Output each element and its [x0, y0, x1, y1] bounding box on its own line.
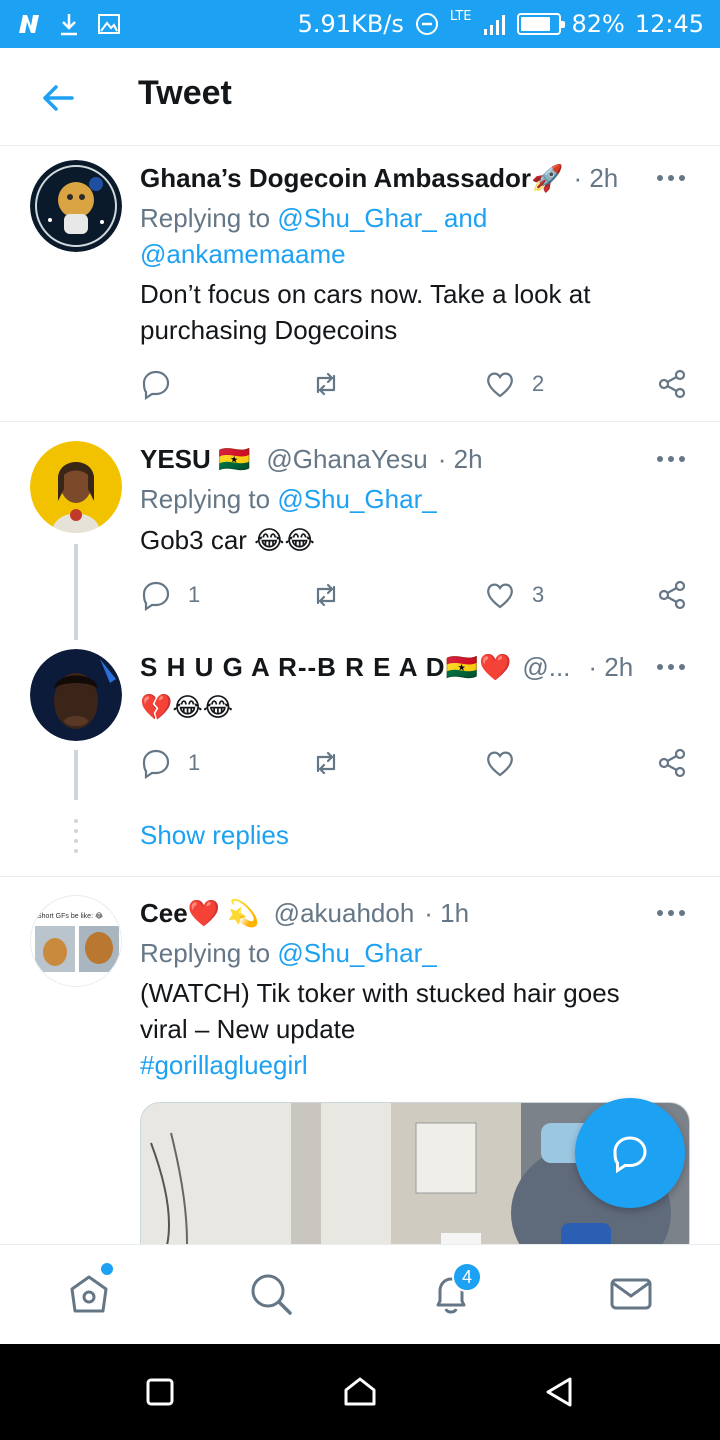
avatar-caption: Short GFs be like: 😂 — [37, 913, 104, 920]
avatar-image — [30, 649, 122, 741]
network-speed: 5.91KB/s — [297, 10, 404, 38]
share-button[interactable] — [656, 747, 688, 779]
retweet-icon — [316, 751, 336, 775]
display-name[interactable]: Ghana’s Dogecoin Ambassador🚀 — [140, 163, 563, 194]
share-button[interactable] — [656, 579, 688, 611]
network-type: LTE — [449, 8, 472, 24]
avatar-image — [31, 896, 121, 986]
tweet-text: (WATCH) Tik toker with stucked hair goes… — [140, 978, 620, 1080]
display-name[interactable]: Cee❤️ 💫 — [140, 898, 260, 929]
tweet-actions: 2 — [140, 368, 690, 402]
top-app-bar: Tweet — [0, 48, 720, 146]
replying-to: Replying to @Shu_Ghar_ and @ankamemaame — [140, 203, 488, 269]
tweet-actions: 1 — [140, 747, 690, 781]
tweet-text: 💔😂😂 — [140, 692, 234, 722]
reply-icon — [613, 1136, 647, 1173]
like-button[interactable]: 2 — [484, 368, 544, 400]
share-icon — [658, 748, 686, 778]
display-name[interactable]: S H U G A R--B R E A D🇬🇭❤️ — [140, 652, 512, 683]
tweet-time: · 2h — [437, 443, 483, 474]
like-button[interactable] — [484, 747, 532, 779]
status-bar: 5.91KB/s LTE 82% 12:45 — [0, 0, 720, 48]
tweet-header: YESU 🇬🇭 @GhanaYesu · 2h — [140, 441, 700, 477]
avatar[interactable]: Short GFs be like: 😂 — [30, 895, 122, 987]
tweet-header: Cee❤️ 💫 @akuahdoh · 1h — [140, 895, 700, 931]
tweet-text: Don’t focus on cars now. Take a look at p… — [140, 279, 591, 345]
avatar[interactable] — [30, 160, 122, 252]
home-new-indicator — [101, 1263, 113, 1275]
battery-icon — [517, 13, 566, 35]
heart-icon — [487, 751, 513, 777]
heart-icon — [487, 583, 513, 609]
retweet-button[interactable] — [310, 368, 342, 400]
avatar[interactable] — [30, 649, 122, 741]
back-triangle-icon[interactable] — [542, 1374, 578, 1410]
tweet-time: · 2h — [573, 162, 619, 193]
more-replies-dots — [74, 819, 78, 853]
n-app-icon — [19, 15, 39, 33]
recents-square-icon[interactable] — [142, 1374, 178, 1410]
replying-to: Replying to @Shu_Ghar_ — [140, 938, 437, 968]
retweet-button[interactable] — [310, 747, 342, 779]
messages-mail-icon[interactable] — [608, 1271, 654, 1317]
tweet-header: Ghana’s Dogecoin Ambassador🚀 · 2h — [140, 160, 700, 196]
user-handle[interactable]: @akuahdoh — [274, 898, 415, 929]
page-title: Tweet — [138, 74, 232, 112]
home-circle-icon[interactable] — [342, 1374, 378, 1410]
reply-icon — [142, 370, 170, 400]
bottom-navigation — [0, 1244, 720, 1344]
mention-link[interactable]: @ankamemaame — [140, 239, 346, 269]
share-icon — [658, 580, 686, 610]
system-navigation-bar — [0, 1344, 720, 1440]
divider — [0, 876, 720, 877]
mention-link[interactable]: @Shu_Ghar_ — [277, 938, 436, 968]
share-icon — [658, 369, 686, 399]
reply-button[interactable] — [140, 368, 188, 400]
divider — [0, 421, 720, 422]
reply-button[interactable]: 1 — [140, 747, 200, 779]
download-icon — [61, 14, 77, 36]
signal-icon — [484, 15, 506, 35]
reply-button[interactable]: 1 — [140, 579, 200, 611]
image-icon — [98, 14, 120, 34]
retweet-icon — [316, 372, 336, 396]
mention-link[interactable]: @Shu_Ghar_ — [277, 484, 436, 514]
hashtag-link[interactable]: #gorillagluegirl — [140, 1050, 308, 1080]
retweet-button[interactable] — [310, 579, 342, 611]
user-handle[interactable]: @... — [522, 652, 570, 683]
tweet-header: S H U G A R--B R E A D🇬🇭❤️ @... · 2h — [140, 649, 700, 685]
compose-reply-button[interactable] — [575, 1098, 685, 1208]
reply-icon — [142, 581, 170, 611]
avatar-image — [30, 160, 122, 252]
show-replies-link[interactable]: Show replies — [140, 820, 289, 851]
clock: 12:45 — [634, 10, 704, 38]
notifications-badge: 4 — [452, 1262, 482, 1292]
dnd-icon — [415, 13, 438, 35]
display-name[interactable]: YESU 🇬🇭 — [140, 444, 250, 475]
search-icon[interactable] — [248, 1271, 294, 1317]
like-button[interactable]: 3 — [484, 579, 544, 611]
avatar-image — [30, 441, 122, 533]
thread-line — [74, 750, 78, 800]
replying-to: Replying to @Shu_Ghar_ — [140, 484, 437, 514]
thread-line — [74, 544, 78, 640]
avatar[interactable] — [30, 441, 122, 533]
more-options-icon[interactable] — [656, 455, 686, 463]
back-arrow-icon[interactable] — [38, 78, 78, 118]
user-handle[interactable]: @GhanaYesu — [266, 444, 427, 475]
share-button[interactable] — [656, 368, 688, 400]
tweet-actions: 1 3 — [140, 579, 690, 613]
more-options-icon[interactable] — [656, 909, 686, 917]
home-icon[interactable] — [66, 1271, 112, 1317]
reply-icon — [142, 749, 170, 779]
heart-icon — [487, 372, 513, 398]
mention-link[interactable]: @Shu_Ghar_ and — [277, 203, 487, 233]
retweet-icon — [316, 583, 336, 607]
more-options-icon[interactable] — [656, 174, 686, 182]
tweet-time: · 1h — [424, 897, 470, 928]
battery-percent: 82% — [571, 10, 625, 38]
tweet-time: · 2h — [588, 651, 634, 682]
tweet-text: Gob3 car 😂😂 — [140, 525, 315, 555]
more-options-icon[interactable] — [656, 663, 686, 671]
